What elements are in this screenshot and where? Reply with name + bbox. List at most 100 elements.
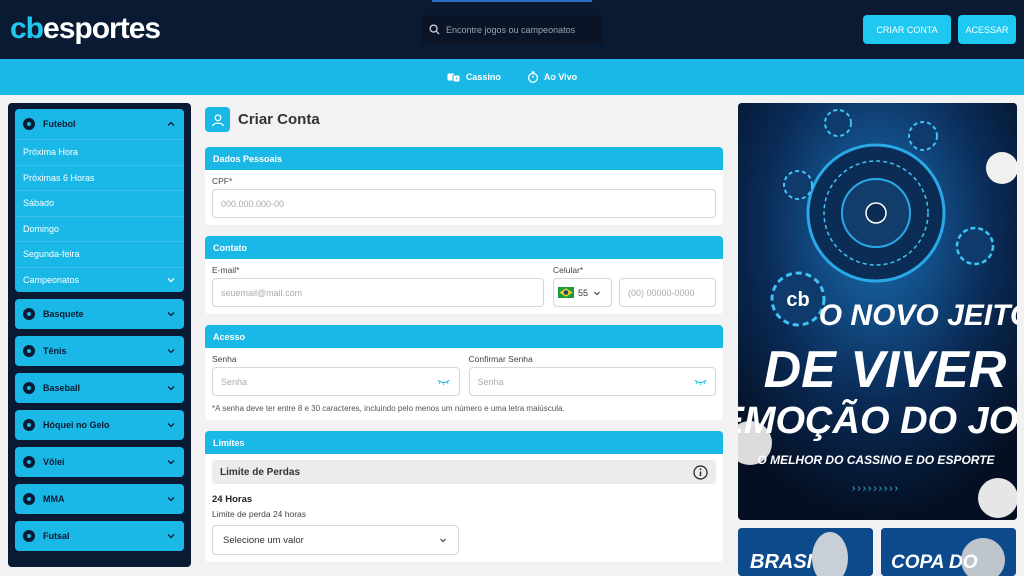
sport-group-baseball[interactable]: Baseball: [15, 373, 184, 403]
sports-sidebar: Futebol Próxima Hora Próximas 6 Horas Sá…: [8, 103, 191, 567]
sport-label: MMA: [43, 494, 65, 504]
country-code-select[interactable]: 55: [553, 278, 612, 307]
password-field[interactable]: [221, 376, 438, 387]
volleyball-icon: [23, 456, 35, 468]
main-nav: Cassino Ao Vivo: [0, 59, 1024, 95]
promo-small-art: BRASI: [738, 528, 873, 576]
sport-group-ice-hockey[interactable]: Hóquei no Gelo: [15, 410, 184, 440]
chevron-down-icon: [167, 312, 175, 317]
chevron-down-icon: [167, 534, 175, 539]
limit-value-select[interactable]: Selecione um valor: [212, 525, 459, 555]
create-account-button[interactable]: CRIAR CONTA: [863, 15, 951, 44]
brazil-flag-icon: [558, 287, 574, 298]
sport-label: Tênis: [43, 346, 67, 356]
basketball-icon: [23, 308, 35, 320]
eye-closed-icon[interactable]: [437, 378, 450, 386]
section-header: Contato: [205, 236, 723, 259]
chevron-down-icon: [167, 497, 175, 502]
search-input[interactable]: [446, 24, 596, 35]
login-button[interactable]: ACESSAR: [958, 15, 1016, 44]
futsal-ball-icon: [23, 530, 35, 542]
banner-arrows: ›››››››››: [852, 483, 900, 494]
signup-form: Criar Conta Dados Pessoais CPF* Contato …: [205, 103, 723, 562]
sport-group-tennis[interactable]: Tênis: [15, 336, 184, 366]
sport-group-mma[interactable]: MMA: [15, 484, 184, 514]
limit-period-label: Limite de perda 24 horas: [212, 509, 307, 519]
hockey-icon: [23, 419, 35, 431]
sport-header-football[interactable]: Futebol: [15, 109, 184, 139]
promo-banner[interactable]: cb O NOVO JEITO DE VIVER A EMOÇÃO DO JOG…: [738, 103, 1017, 520]
sidebar-item-championships[interactable]: Campeonatos: [15, 266, 184, 293]
sport-label: Baseball: [43, 383, 81, 393]
top-header: cbesportes CRIAR CONTA ACESSAR: [0, 0, 1024, 59]
chevron-down-icon: [594, 291, 600, 295]
info-icon[interactable]: [693, 464, 708, 480]
promo-small-art: COPA DO: [881, 528, 1016, 576]
loss-limit-bar: Limite de Perdas: [212, 460, 716, 484]
baseball-icon: [23, 382, 35, 394]
soccer-ball-icon: [23, 118, 35, 130]
nav-casino[interactable]: Cassino: [447, 72, 501, 83]
sidebar-item-next-6-hours[interactable]: Próximas 6 Horas: [15, 164, 184, 191]
section-contact: Contato E-mail* Celular* 55: [205, 236, 723, 314]
promo-small-2-text: COPA DO: [891, 552, 978, 573]
password-field-wrapper: [212, 367, 460, 396]
nav-casino-label: Cassino: [465, 72, 501, 82]
search-icon: [429, 24, 440, 35]
search-box[interactable]: [421, 15, 603, 44]
promo-banner-small-1[interactable]: BRASI: [738, 528, 873, 576]
cpf-field-wrapper: [212, 189, 716, 218]
password-hint: *A senha deve ter entre 8 e 30 caractere…: [212, 404, 565, 413]
sport-label: Basquete: [43, 309, 84, 319]
page-title-row: Criar Conta: [205, 103, 723, 136]
logo-suffix: esportes: [43, 12, 161, 45]
chevron-up-icon: [167, 121, 175, 126]
section-header: Dados Pessoais: [205, 147, 723, 170]
boxing-glove-icon: [23, 493, 35, 505]
page-title: Criar Conta: [238, 111, 320, 128]
section-access: Acesso Senha Confirmar Senha *A senha de…: [205, 325, 723, 420]
sidebar-item-sunday[interactable]: Domingo: [15, 215, 184, 242]
country-code: 55: [578, 287, 589, 298]
cpf-label: CPF*: [212, 176, 233, 186]
sport-group-volleyball[interactable]: Vôlei: [15, 447, 184, 477]
sport-group-futsal[interactable]: Futsal: [15, 521, 184, 551]
confirm-password-label: Confirmar Senha: [468, 354, 533, 364]
section-personal-data: Dados Pessoais CPF*: [205, 147, 723, 225]
soccer-ball-graphic: [986, 152, 1017, 184]
dice-icon: [447, 73, 461, 82]
site-logo[interactable]: cb esportes: [10, 10, 161, 48]
phone-field[interactable]: [628, 287, 707, 298]
sidebar-item-saturday[interactable]: Sábado: [15, 190, 184, 216]
loss-limit-title: Limite de Perdas: [220, 466, 301, 478]
confirm-password-field[interactable]: [477, 376, 694, 387]
chevron-down-icon: [167, 460, 175, 465]
banner-headline-line1: O NOVO JEITO: [819, 299, 1017, 332]
select-placeholder: Selecione um valor: [223, 534, 304, 546]
soccer-ball-graphic: [978, 478, 1017, 518]
cpf-field[interactable]: [221, 198, 707, 209]
roulette-wheel-graphic: [806, 143, 946, 283]
chevron-down-icon: [167, 349, 175, 354]
nav-live[interactable]: Ao Vivo: [527, 71, 577, 83]
sport-label: Hóquei no Gelo: [43, 420, 110, 430]
stopwatch-icon: [527, 71, 538, 83]
sport-group-basketball[interactable]: Basquete: [15, 299, 184, 329]
phone-field-wrapper: [619, 278, 716, 307]
section-header: Acesso: [205, 325, 723, 348]
promo-banner-art: cb O NOVO JEITO DE VIVER A EMOÇÃO DO JOG…: [738, 103, 1017, 520]
top-accent-line: [432, 0, 592, 2]
user-icon: [205, 107, 230, 132]
password-label: Senha: [212, 354, 237, 364]
sport-group-football: Futebol Próxima Hora Próximas 6 Horas Sá…: [15, 109, 184, 292]
promo-banner-small-2[interactable]: COPA DO: [881, 528, 1016, 576]
email-field[interactable]: [221, 287, 535, 298]
banner-headline-line3: EMOÇÃO DO JOGO: [738, 398, 1017, 442]
eye-closed-icon[interactable]: [694, 378, 707, 386]
sidebar-item-next-hour[interactable]: Próxima Hora: [15, 139, 184, 165]
section-limits: Limites Limite de Perdas 24 Horas Limite…: [205, 431, 723, 562]
logo-prefix: cb: [10, 12, 44, 45]
limit-period-title: 24 Horas: [212, 494, 253, 505]
sidebar-item-monday[interactable]: Segunda-feira: [15, 241, 184, 267]
chip-logo: cb: [786, 289, 809, 311]
